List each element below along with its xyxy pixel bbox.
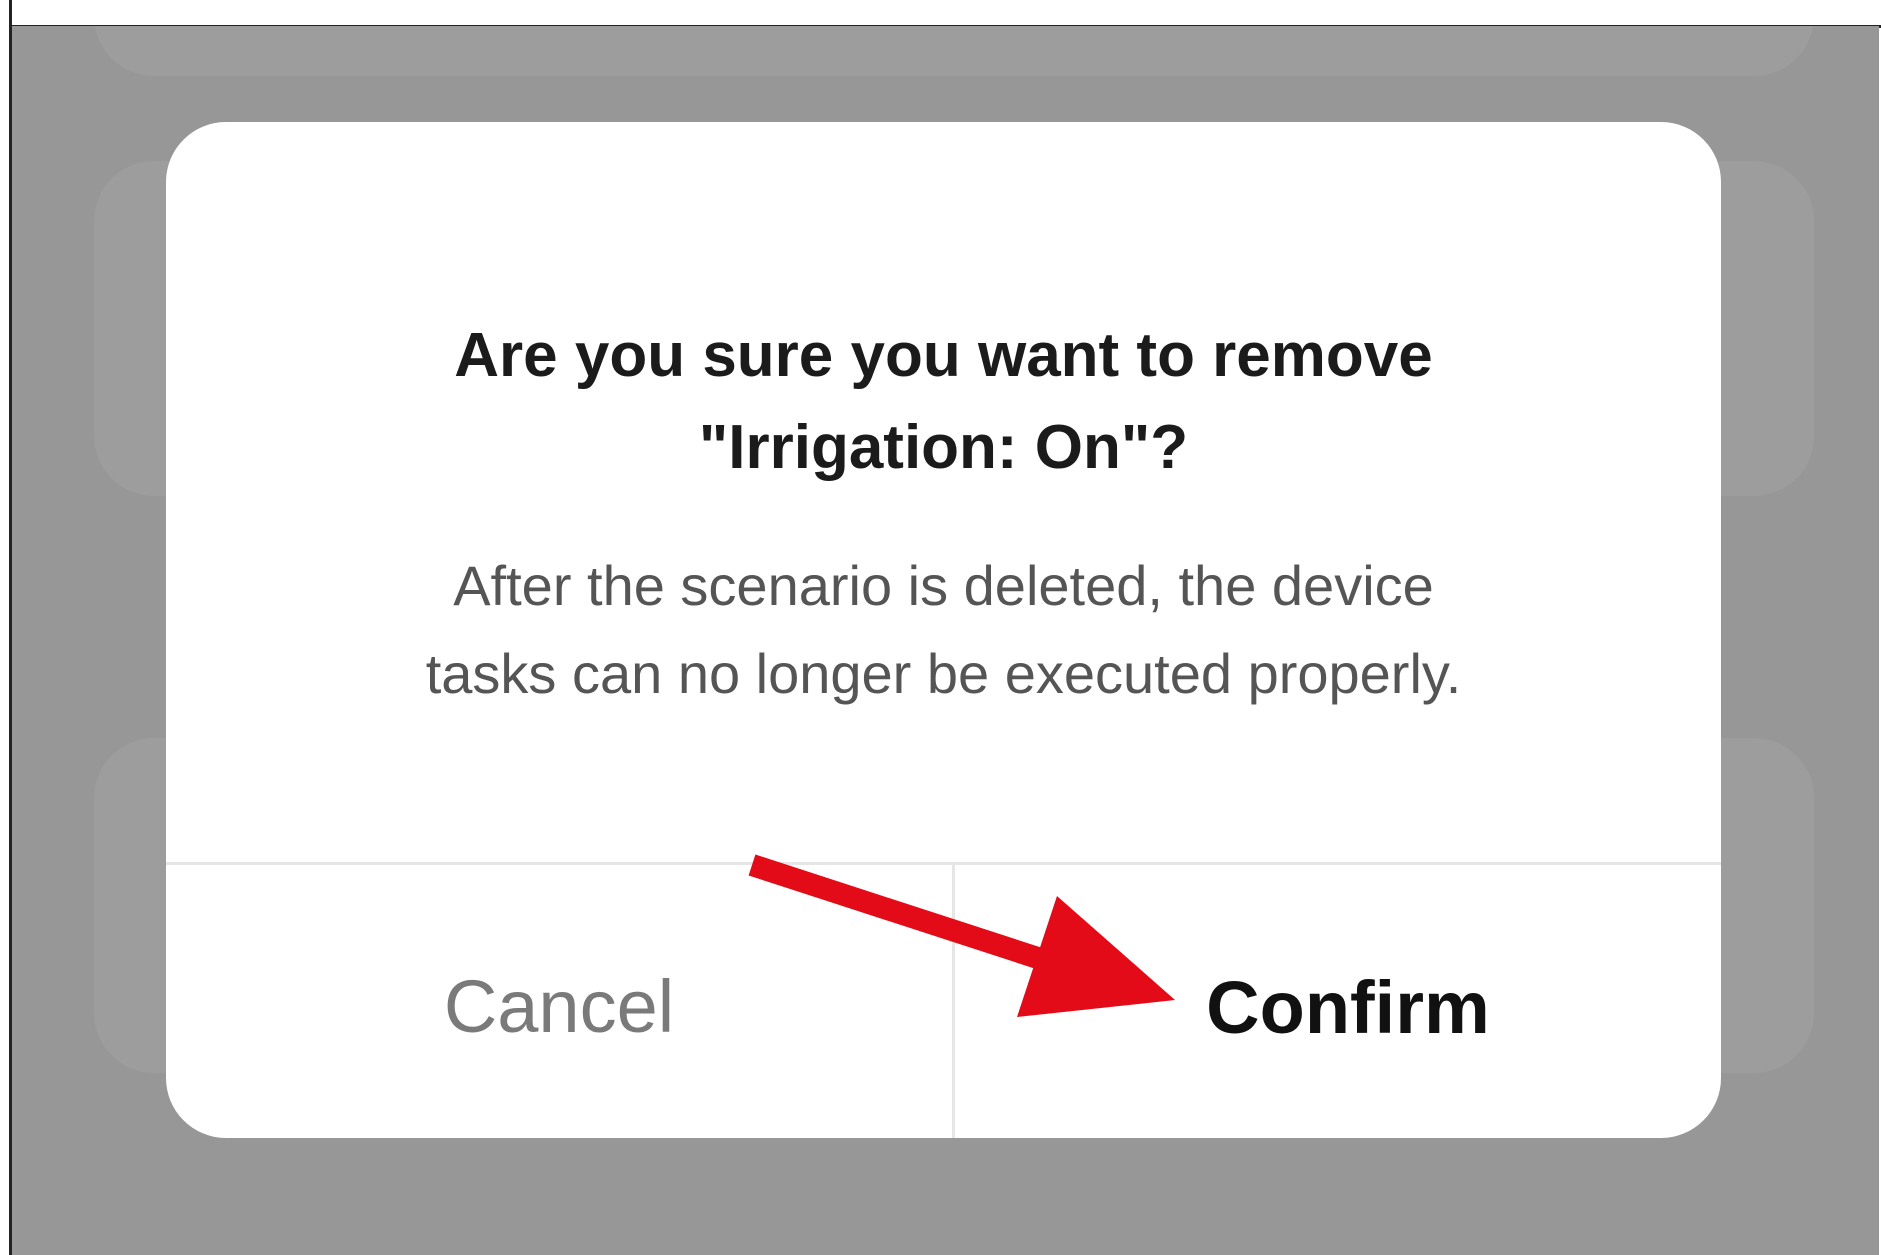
dialog-title-line: Are you sure you want to remove <box>454 321 1433 390</box>
dialog-message: After the scenario is deleted, the devic… <box>206 542 1681 718</box>
confirm-remove-dialog: Are you sure you want to remove "Irrigat… <box>166 122 1721 1138</box>
image-border-left <box>0 0 12 1255</box>
image-border-top <box>0 0 1881 28</box>
confirm-button[interactable]: Confirm <box>955 865 1721 1138</box>
dialog-title: Are you sure you want to remove "Irrigat… <box>226 310 1661 494</box>
cancel-button[interactable]: Cancel <box>166 865 952 1138</box>
dialog-message-line: tasks can no longer be executed properly… <box>425 642 1462 705</box>
dialog-title-line: "Irrigation: On"? <box>698 413 1189 482</box>
dialog-message-line: After the scenario is deleted, the devic… <box>453 554 1434 617</box>
background-card <box>94 26 1814 76</box>
